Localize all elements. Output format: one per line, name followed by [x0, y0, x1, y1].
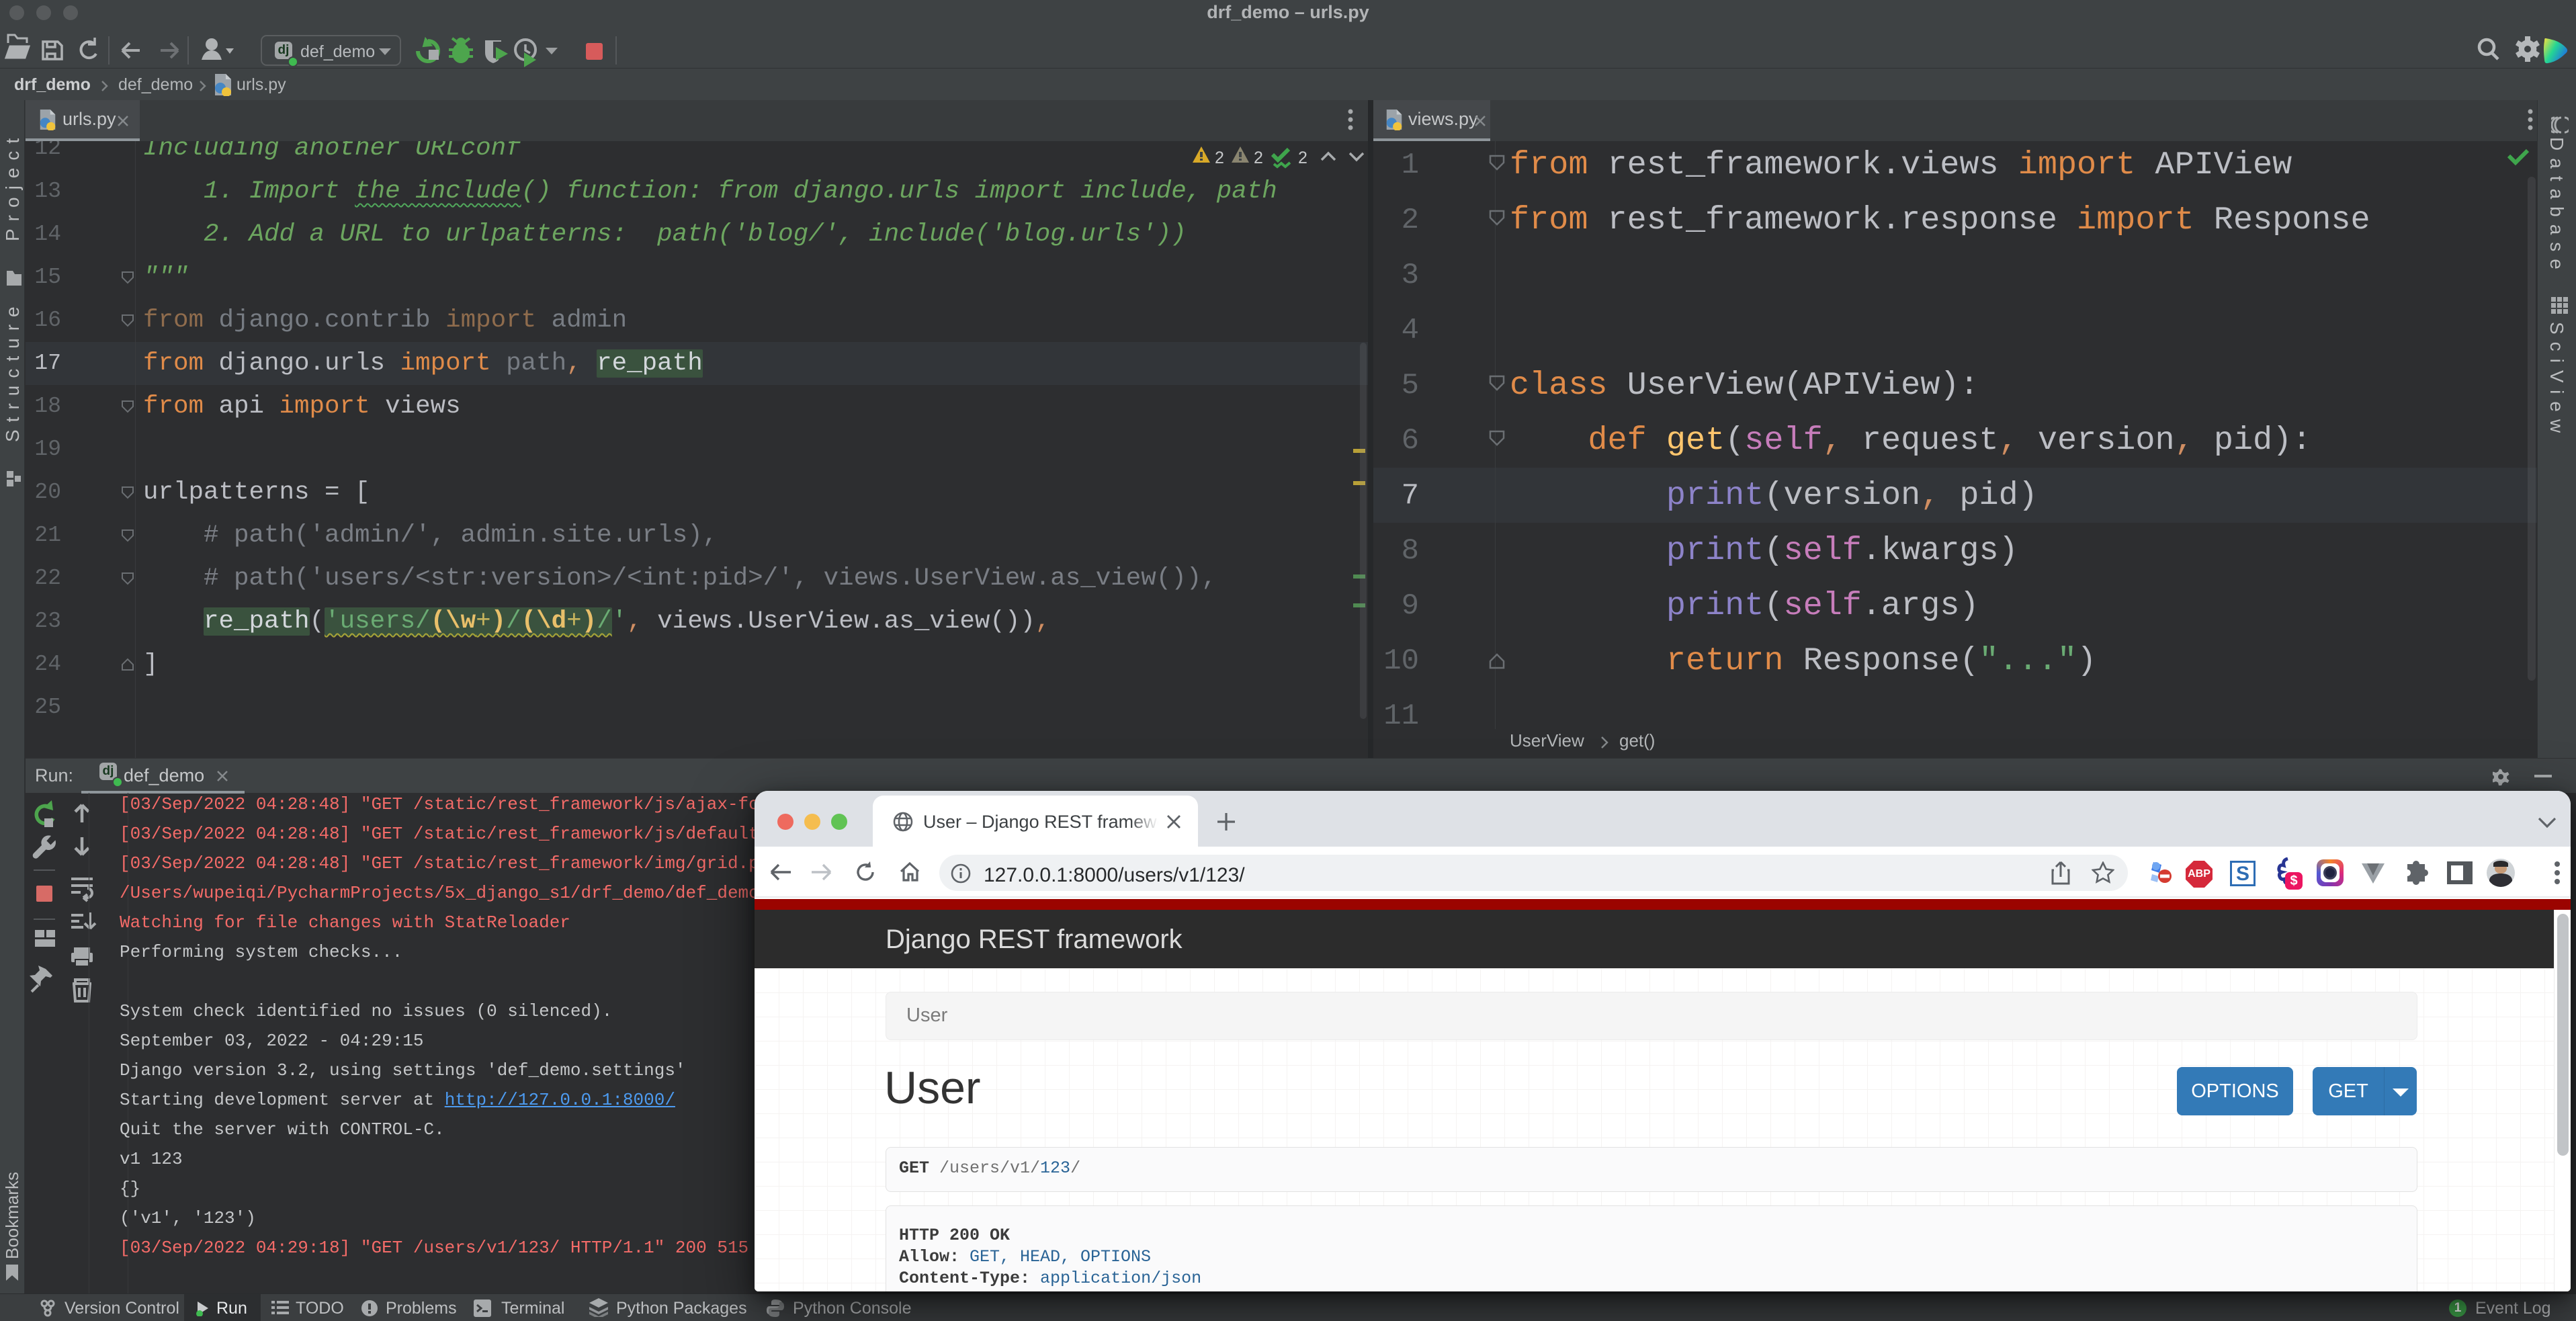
svg-text:2: 2	[1298, 148, 1307, 167]
svg-text:2: 2	[1215, 148, 1224, 167]
svg-text:2: 2	[1254, 148, 1263, 167]
svg-text:$: $	[2290, 873, 2297, 888]
